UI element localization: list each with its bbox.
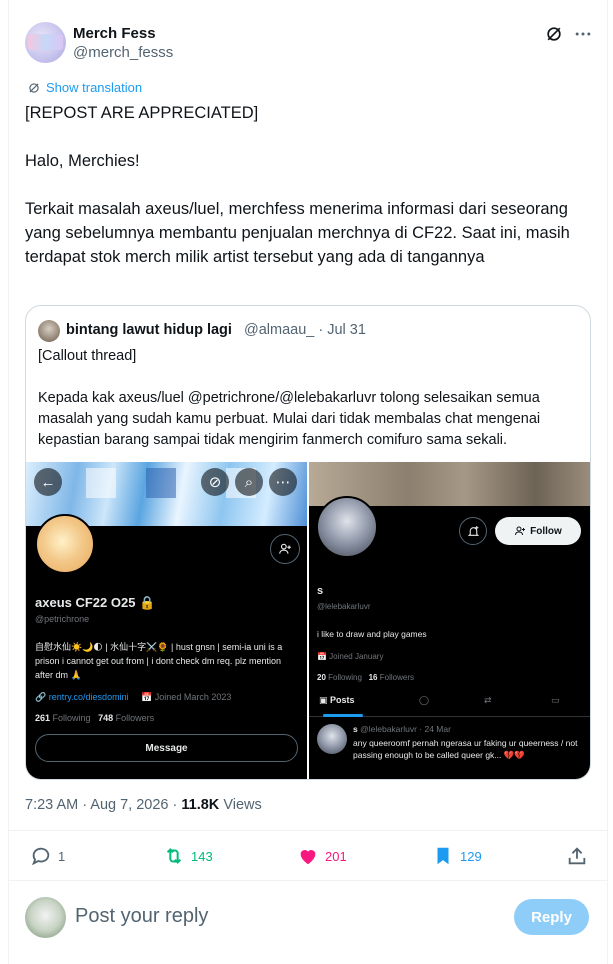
repost-tab-icon: ⇄	[484, 695, 492, 705]
following-label: Following	[328, 673, 362, 682]
quote-media-right-screenshot[interactable]: Follow s @lelebakarluvr i like to draw a…	[309, 462, 590, 779]
follow-button-label: Follow	[530, 525, 562, 537]
reply-input[interactable]: Post your reply	[75, 905, 208, 928]
post-header: Merch Fess @merch_fesss	[25, 22, 595, 66]
like-button[interactable]: 201	[297, 845, 347, 867]
more-icon: ⋯	[269, 468, 297, 496]
tab-posts-label: Posts	[330, 695, 355, 705]
profile-name: s	[317, 585, 324, 597]
followers-label: Followers	[115, 713, 155, 723]
repost-icon	[166, 848, 182, 864]
more-options-icon[interactable]	[573, 24, 593, 44]
profile-link: 🔗 rentry.co/diesdomini	[35, 692, 129, 702]
heart-icon	[300, 850, 316, 865]
grok-translate-icon	[29, 82, 39, 93]
quote-paragraph: Kepada kak axeus/luel @petrichrone/@lele…	[38, 390, 541, 448]
like-count: 201	[325, 848, 347, 864]
profile-follow-counts: 261 Following 748 Followers	[35, 713, 154, 723]
profile-handle: @petrichrone	[35, 614, 90, 624]
quote-author-avatar	[38, 320, 60, 342]
divider	[9, 880, 607, 881]
repost-count: 143	[191, 848, 213, 864]
profile-follow-counts: 20 Following 16 Followers	[317, 673, 414, 682]
author-handle[interactable]: @merch_fesss	[73, 44, 173, 61]
post-meta: 7:23 AM · Aug 7, 2026 · 11.8K Views	[25, 797, 262, 813]
reply-icon	[31, 847, 50, 866]
profile-joined: 📅 Joined March 2023	[141, 692, 232, 702]
post-paragraph: Terkait masalah axeus/luel, merchfess me…	[25, 200, 570, 266]
follow-button: Follow	[495, 517, 581, 545]
bookmark-count: 129	[460, 848, 482, 864]
back-arrow-icon: ←	[34, 468, 62, 496]
followers-label: Followers	[379, 673, 414, 682]
post-timestamp[interactable]: 7:23 AM · Aug 7, 2026 ·	[25, 797, 181, 813]
grok-icon: ⊘	[201, 468, 229, 496]
reply-button[interactable]: 1	[30, 845, 65, 867]
quote-author-name: bintang lawut hidup lagi	[66, 322, 232, 338]
divider	[9, 830, 607, 831]
quote-date: · Jul 31	[318, 322, 366, 338]
profile-bio: i like to draw and play games	[317, 629, 427, 639]
bookmark-icon	[437, 847, 449, 865]
reply-submit-button[interactable]: Reply	[514, 899, 589, 935]
reply-tab-icon: ◯	[419, 695, 430, 705]
active-tab-indicator	[323, 714, 363, 717]
repost-button[interactable]: 143	[163, 845, 213, 867]
share-icon	[568, 847, 586, 865]
show-translation-label[interactable]: Show translation	[46, 80, 142, 95]
quote-author-handle: @almaau_	[244, 322, 315, 338]
quote-body: [Callout thread] Kepada kak axeus/luel @…	[38, 346, 583, 472]
reply-count: 1	[58, 848, 66, 864]
profile-links: 🔗 rentry.co/diesdomini 📅 Joined March 20…	[35, 692, 231, 703]
followers-count: 16	[368, 673, 378, 682]
following-label: Following	[52, 713, 91, 723]
quoted-post[interactable]: bintang lawut hidup lagi @almaau_ · Jul …	[25, 305, 591, 780]
post-handle-date: @lelebakarluvr · 24 Mar	[360, 724, 451, 734]
current-user-avatar[interactable]	[25, 897, 66, 938]
quote-author-meta: @almaau_ · Jul 31	[244, 322, 366, 338]
profile-name: axeus CF22 O25 🔒	[35, 595, 156, 610]
search-icon: ⌕	[235, 468, 263, 496]
profile-handle: @lelebakarluvr	[317, 602, 371, 611]
post-paragraph: Halo, Merchies!	[25, 152, 140, 170]
profile-tabs: ▣ Posts ◯ ⇄ ▭	[309, 687, 590, 717]
post-body: [REPOST ARE APPRECIATED] Halo, Merchies!…	[25, 101, 590, 269]
post-author: s	[353, 724, 358, 734]
author-avatar[interactable]	[25, 22, 66, 63]
post-paragraph: [REPOST ARE APPRECIATED]	[25, 104, 259, 122]
profile-avatar	[35, 514, 95, 574]
following-count: 261	[35, 713, 51, 723]
post-text: any queeroomf pernah ngerasa ur faking u…	[353, 738, 578, 760]
views-count: 11.8K	[181, 797, 220, 813]
profile-bio: 自慰水仙☀️🌙🌓 | 水仙十字⚔️🌻 | hust gnsn | semi-ia…	[35, 642, 283, 680]
grok-icon[interactable]	[544, 24, 564, 44]
followers-count: 748	[98, 713, 114, 723]
post-avatar	[317, 724, 347, 754]
profile-joined: 📅 Joined January	[317, 652, 384, 661]
quote-media-left-screenshot[interactable]: ← ⊘ ⌕ ⋯ axeus CF22 O25 🔒 @petrichrone 自慰…	[26, 462, 307, 779]
message-button: Message	[35, 734, 298, 762]
show-translation-link[interactable]: Show translation	[27, 80, 142, 95]
media-tab-icon: ▭	[551, 695, 560, 705]
notification-add-icon	[459, 517, 487, 545]
bookmark-button[interactable]: 129	[432, 845, 482, 867]
post-header: s @lelebakarluvr · 24 Mar	[353, 724, 451, 734]
follow-person-icon	[515, 526, 526, 536]
follow-person-icon	[270, 534, 300, 564]
profile-avatar	[316, 496, 378, 558]
share-button[interactable]	[566, 845, 588, 867]
tab-posts: ▣ Posts	[319, 695, 355, 705]
quote-paragraph: [Callout thread]	[38, 348, 137, 364]
following-count: 20	[317, 673, 326, 682]
author-name[interactable]: Merch Fess	[73, 25, 156, 42]
views-label: Views	[219, 797, 262, 813]
